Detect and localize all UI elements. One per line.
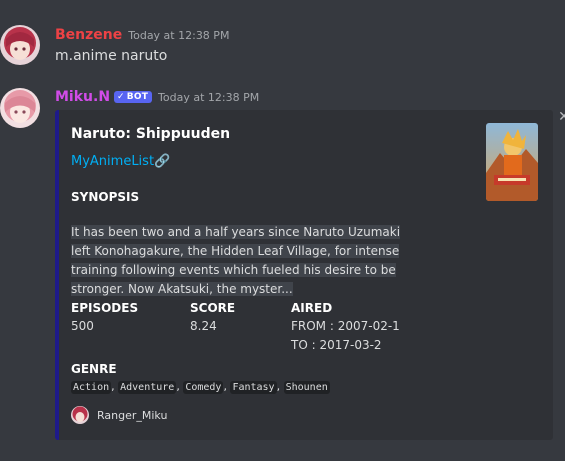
link-chain-icon: 🔗 [154, 154, 171, 169]
embed-footer: Ranger_Miku [71, 406, 167, 424]
episodes-value: 500 [71, 319, 94, 333]
synopsis-text: It has been two and a half years since N… [71, 223, 411, 299]
myanimelist-link[interactable]: MyAnimeList🔗 [71, 154, 170, 169]
genre-label: GENRE [71, 362, 117, 376]
timestamp: Today at 12:38 PM [158, 91, 260, 104]
timestamp: Today at 12:38 PM [128, 29, 230, 42]
chat-area: Benzene Today at 12:38 PM m.anime naruto… [0, 0, 565, 461]
username[interactable]: Benzene [55, 27, 122, 43]
aired-from: FROM : 2007-02-1 [291, 319, 400, 333]
aired-label: AIRED [291, 301, 333, 315]
episodes-label: EPISODES [71, 301, 139, 315]
genre-list: Action, Adventure, Comedy, Fantasy, Shou… [71, 380, 330, 394]
bot-badge-label: BOT [126, 92, 149, 102]
anime-embed: Naruto: Shippuuden MyAnimeList🔗 ✕ SYNOPS… [55, 110, 565, 440]
bot-badge: ✓ BOT [114, 91, 153, 103]
footer-text: Ranger_Miku [97, 408, 168, 422]
avatar[interactable] [0, 88, 40, 128]
aired-to: TO : 2017-03-2 [291, 338, 382, 352]
anime-thumbnail[interactable] [486, 123, 538, 201]
avatar[interactable] [0, 25, 40, 65]
username[interactable]: Miku.N [55, 89, 110, 105]
verified-check-icon: ✓ [117, 92, 125, 102]
genre-tag: Shounen [283, 381, 330, 394]
message-content: m.anime naruto [55, 48, 168, 64]
genre-tag: Fantasy [230, 381, 277, 394]
genre-tag: Action [71, 381, 112, 394]
embed-title: Naruto: Shippuuden [71, 126, 231, 142]
synopsis-body: It has been two and a half years since N… [71, 225, 401, 296]
link-label[interactable]: MyAnimeList [71, 154, 154, 169]
score-label: SCORE [190, 301, 236, 315]
score-value: 8.24 [190, 319, 217, 333]
close-icon[interactable]: ✕ [557, 110, 565, 124]
synopsis-label: SYNOPSIS [71, 190, 140, 204]
footer-avatar-icon [71, 406, 89, 424]
genre-tag: Comedy [183, 381, 224, 394]
genre-tag: Adventure [118, 381, 177, 394]
